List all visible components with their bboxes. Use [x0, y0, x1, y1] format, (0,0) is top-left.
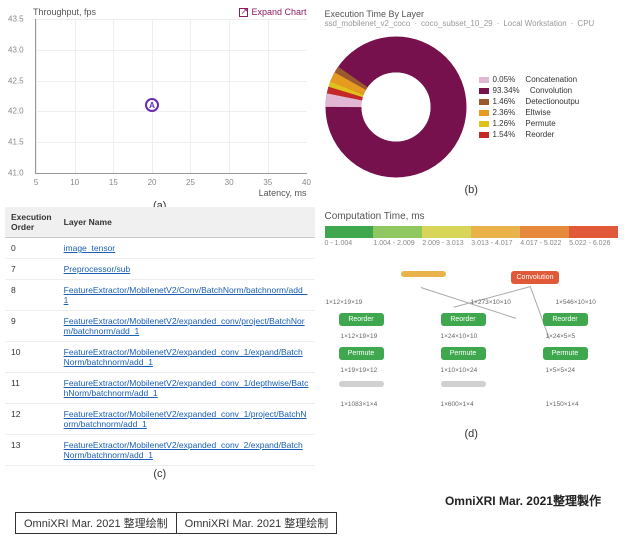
- footer-table: OmniXRI Mar. 2021 整理绘制 OmniXRI Mar. 2021…: [15, 512, 337, 534]
- panel-d: Computation Time, ms 0 - 1.0041.004 - 2.…: [317, 207, 627, 467]
- layer-link[interactable]: FeatureExtractor/MobilenetV2/expanded_co…: [64, 409, 307, 429]
- expand-icon: [239, 8, 248, 17]
- table-row[interactable]: 13FeatureExtractor/MobilenetV2/expanded_…: [5, 435, 315, 466]
- footer-right: OmniXRI Mar. 2021 整理绘制: [176, 513, 337, 534]
- layer-link[interactable]: FeatureExtractor/MobilenetV2/expanded_co…: [64, 347, 303, 367]
- table-row[interactable]: 12FeatureExtractor/MobilenetV2/expanded_…: [5, 404, 315, 435]
- watermark: OmniXRI Mar. 2021整理製作: [445, 492, 601, 509]
- scatter-chart[interactable]: 43.5 43.0 42.5 42.0 41.5 41.0 5 10 15 20…: [35, 19, 307, 174]
- table-row[interactable]: 10FeatureExtractor/MobilenetV2/expanded_…: [5, 342, 315, 373]
- donut-chart[interactable]: [321, 32, 471, 182]
- graph-node[interactable]: Reorder: [543, 313, 588, 326]
- donut-breadcrumb: ssd_mobilenet_v2_coco· coco_subset_10_29…: [317, 19, 627, 32]
- table-row[interactable]: 9FeatureExtractor/MobilenetV2/expanded_c…: [5, 311, 315, 342]
- table-row[interactable]: 8FeatureExtractor/MobilenetV2/Conv/Batch…: [5, 280, 315, 311]
- graph-node[interactable]: [441, 381, 486, 387]
- donut-legend: 0.05% Concatenation 93.34% Convolution 1…: [479, 73, 580, 141]
- graph-node[interactable]: [401, 271, 446, 277]
- legend-item[interactable]: 0.05% Concatenation: [479, 75, 580, 84]
- gradient-legend: [325, 226, 619, 238]
- panel-a: Throughput, fps Expand Chart 43.5 43.0 4…: [5, 5, 315, 205]
- layer-link[interactable]: FeatureExtractor/MobilenetV2/expanded_co…: [64, 316, 305, 336]
- scatter-point-a[interactable]: A: [145, 98, 159, 112]
- th-order[interactable]: Execution Order: [5, 207, 58, 238]
- legend-item[interactable]: 1.54% Reorder: [479, 130, 580, 139]
- table-row[interactable]: 11FeatureExtractor/MobilenetV2/expanded_…: [5, 373, 315, 404]
- legend-item[interactable]: 1.46% Detectionoutpu: [479, 97, 580, 106]
- label-b: (b): [317, 184, 627, 196]
- label-c: (c): [5, 468, 315, 480]
- th-name[interactable]: Layer Name: [58, 207, 315, 238]
- layer-link[interactable]: FeatureExtractor/MobilenetV2/expanded_co…: [64, 378, 309, 398]
- layer-link[interactable]: Preprocessor/sub: [64, 264, 131, 274]
- graph-node[interactable]: Convolution: [511, 271, 560, 284]
- comp-title: Computation Time, ms: [317, 207, 627, 226]
- expand-chart-button[interactable]: Expand Chart: [239, 7, 306, 17]
- legend-item[interactable]: 93.34% Convolution: [479, 86, 580, 95]
- scatter-ylabel: Throughput, fps: [13, 7, 96, 17]
- scatter-xlabel: Latency, ms: [5, 188, 315, 198]
- table-row[interactable]: 0image_tensor: [5, 238, 315, 259]
- expand-label: Expand Chart: [251, 7, 306, 17]
- table-row[interactable]: 7Preprocessor/sub: [5, 259, 315, 280]
- graph-node[interactable]: Permute: [441, 347, 486, 360]
- gradient-labels: 0 - 1.0041.004 - 2.0092.009 - 3.013 3.01…: [325, 240, 619, 247]
- graph-node[interactable]: Reorder: [441, 313, 486, 326]
- graph-node[interactable]: Permute: [543, 347, 588, 360]
- label-d: (d): [317, 428, 627, 440]
- graph-node[interactable]: Reorder: [339, 313, 384, 326]
- footer-left: OmniXRI Mar. 2021 整理绘制: [16, 513, 177, 534]
- graph-node[interactable]: [339, 381, 384, 387]
- layer-link[interactable]: image_tensor: [64, 243, 116, 253]
- panel-c: Execution Order Layer Name 0image_tensor…: [5, 207, 315, 467]
- donut-title: Execution Time By Layer: [317, 5, 627, 19]
- layer-table: Execution Order Layer Name 0image_tensor…: [5, 207, 315, 466]
- legend-item[interactable]: 1.26% Permute: [479, 119, 580, 128]
- computation-graph[interactable]: Convolution 1×12×19×19 1×273×10×10 1×546…: [321, 251, 623, 426]
- layer-link[interactable]: FeatureExtractor/MobilenetV2/Conv/BatchN…: [64, 285, 308, 305]
- legend-item[interactable]: 2.36% Eltwise: [479, 108, 580, 117]
- graph-node[interactable]: Permute: [339, 347, 384, 360]
- layer-link[interactable]: FeatureExtractor/MobilenetV2/expanded_co…: [64, 440, 303, 460]
- panel-b: Execution Time By Layer ssd_mobilenet_v2…: [317, 5, 627, 205]
